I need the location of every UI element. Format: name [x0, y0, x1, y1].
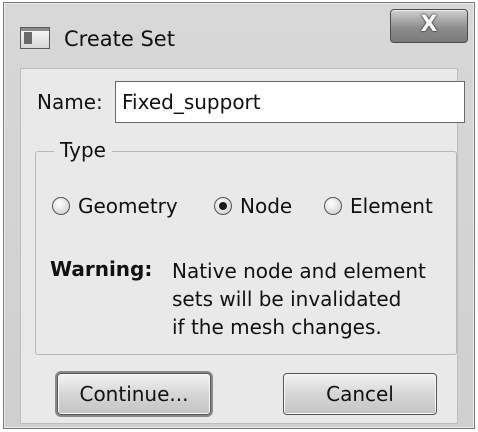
- name-input[interactable]: [115, 81, 465, 123]
- radio-geometry-circle[interactable]: [52, 197, 70, 215]
- close-button[interactable]: X: [390, 9, 468, 43]
- radio-element-circle[interactable]: [324, 197, 342, 215]
- radio-geometry[interactable]: Geometry: [52, 194, 178, 218]
- warning-line: if the mesh changes.: [172, 315, 382, 339]
- radio-element-label: Element: [350, 194, 433, 218]
- window-icon-pane: [24, 32, 32, 44]
- radio-element[interactable]: Element: [324, 194, 433, 218]
- radio-node-label: Node: [240, 194, 293, 218]
- warning-text: Native node and element sets will be inv…: [172, 257, 462, 341]
- warning-label: Warning:: [50, 257, 153, 281]
- dialog-body: Name: Type Geometry Node Element Warning…: [20, 68, 465, 424]
- name-label: Name:: [37, 90, 103, 114]
- radio-node-circle[interactable]: [214, 197, 232, 215]
- continue-button[interactable]: Continue...: [57, 373, 211, 415]
- create-set-dialog: Create Set X Name: Type Geometry Node El…: [3, 2, 475, 429]
- warning-line: sets will be invalidated: [172, 287, 402, 311]
- type-group: Type Geometry Node Element Warning: Nati…: [35, 138, 457, 355]
- radio-geometry-label: Geometry: [78, 194, 178, 218]
- window-icon: [20, 27, 50, 49]
- cancel-button[interactable]: Cancel: [283, 373, 437, 415]
- close-icon: X: [420, 12, 438, 37]
- window-icon-bar: [21, 28, 49, 31]
- radio-node[interactable]: Node: [214, 194, 292, 218]
- warning-line: Native node and element: [172, 259, 426, 283]
- type-group-legend: Type: [54, 138, 112, 162]
- dialog-title: Create Set: [64, 27, 175, 51]
- title-bar[interactable]: Create Set X: [4, 3, 474, 65]
